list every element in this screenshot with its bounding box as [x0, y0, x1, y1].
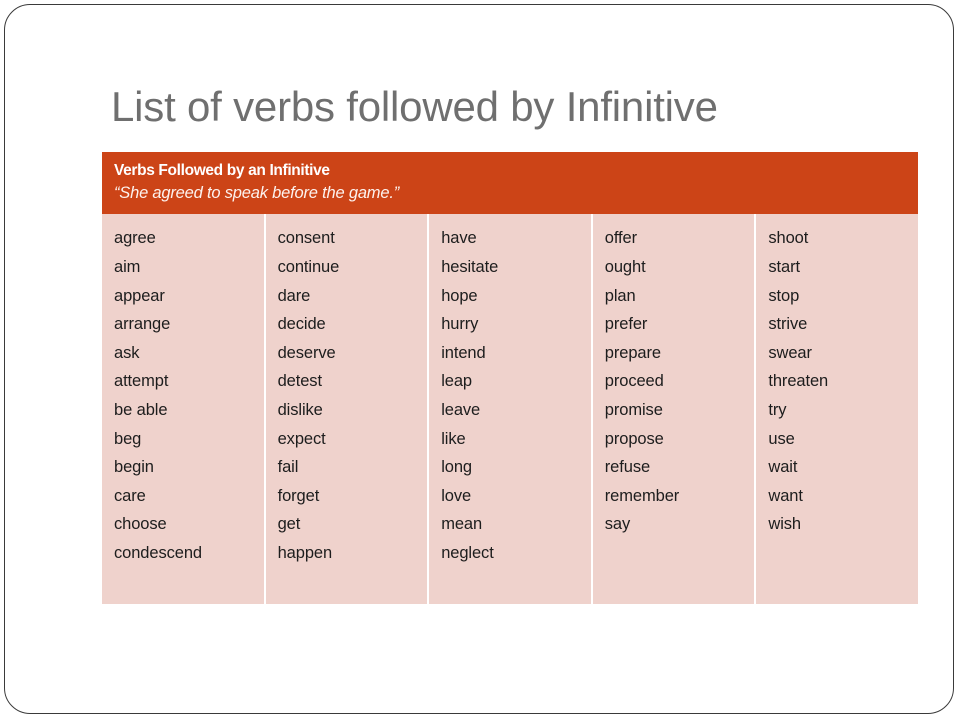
verb-item: happen	[277, 543, 333, 562]
verb-item: condescend	[114, 543, 202, 562]
verb-column: consent continue dare decide deserve detest di…	[266, 214, 430, 605]
page-title: List of verbs followed by Infinitive	[111, 83, 718, 130]
verb-item: try	[768, 400, 787, 419]
verb-item: hurry	[441, 315, 479, 334]
table-header-example-sentence: “She agreed to speak before the game.”	[114, 183, 400, 202]
verb-item: expect	[277, 429, 326, 448]
verb-item: stop	[768, 286, 800, 305]
verb-item: hesitate	[441, 257, 499, 276]
verb-item: want	[768, 486, 803, 505]
verb-item: choose	[114, 515, 167, 534]
table-header-title: Verbs Followed by an Infinitive	[114, 162, 330, 179]
verb-column: have hesitate hope hurry intend leap leave like…	[429, 214, 593, 605]
verb-item: wish	[768, 515, 801, 534]
verb-item: hope	[441, 286, 478, 305]
verb-item: leave	[441, 400, 481, 419]
verb-item: begin	[114, 458, 154, 477]
verb-item: prefer	[604, 315, 648, 334]
verb-item: swear	[768, 343, 812, 362]
verb-item: consent	[277, 229, 335, 248]
verb-item: ought	[604, 257, 646, 276]
verb-item: start	[768, 257, 800, 276]
verb-column: offer ought plan prefer prepare proceed promis…	[593, 214, 757, 605]
verb-columns-container: agree aim appear arrange ask attempt be able be…	[102, 214, 918, 605]
verb-item: arrange	[114, 315, 171, 334]
verb-item: continue	[277, 257, 340, 276]
verb-item: use	[768, 429, 795, 448]
verb-item: decide	[277, 315, 326, 334]
verb-item: forget	[277, 486, 320, 505]
verb-item: like	[441, 429, 466, 448]
verb-item: prepare	[604, 343, 661, 362]
verb-item: neglect	[441, 543, 494, 562]
verb-item: dare	[277, 286, 311, 305]
verb-item: threaten	[768, 372, 829, 391]
verb-item: aim	[114, 257, 141, 276]
verb-item: care	[114, 486, 146, 505]
verb-item: deserve	[277, 343, 336, 362]
verb-item: agree	[114, 229, 156, 248]
table-header-banner: Verbs Followed by an Infinitive “She agr…	[102, 152, 918, 215]
verb-item: have	[441, 229, 477, 248]
verb-item: propose	[604, 429, 664, 448]
verb-item: promise	[604, 400, 663, 419]
verb-item: intend	[441, 343, 486, 362]
verb-item: ask	[114, 343, 140, 362]
verb-item: strive	[768, 315, 808, 334]
verb-item: dislike	[277, 400, 323, 419]
verb-column: shoot start stop strive swear threaten try use w…	[756, 214, 918, 604]
verb-item: get	[277, 515, 301, 534]
verb-item: offer	[604, 229, 637, 248]
verb-item: beg	[114, 429, 142, 448]
verb-item: long	[441, 458, 472, 477]
verb-item: detest	[277, 372, 322, 391]
verb-item: say	[604, 515, 631, 534]
verb-item: plan	[604, 286, 636, 305]
verb-column: agree aim appear arrange ask attempt be able be…	[102, 214, 266, 605]
verb-item: be able	[114, 400, 168, 419]
slide-frame: List of verbs followed by Infinitive Ver…	[4, 4, 954, 714]
verb-table: Verbs Followed by an Infinitive “She agr…	[102, 152, 918, 605]
verb-item: remember	[604, 486, 680, 505]
verb-item: mean	[441, 515, 483, 534]
verb-item: leap	[441, 372, 472, 391]
verb-item: love	[441, 486, 472, 505]
verb-item: fail	[277, 458, 299, 477]
verb-item: shoot	[768, 229, 809, 248]
verb-item: appear	[114, 286, 165, 305]
verb-item: attempt	[114, 372, 169, 391]
verb-item: proceed	[604, 372, 664, 391]
verb-item: refuse	[604, 458, 651, 477]
verb-item: wait	[768, 458, 798, 477]
